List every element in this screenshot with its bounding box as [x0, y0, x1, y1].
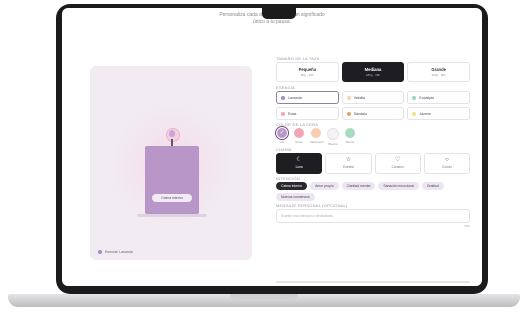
- color-swatch: [327, 128, 339, 140]
- candle-label: Calma interior: [152, 194, 192, 202]
- intention-chip-1[interactable]: Amor propio: [310, 182, 339, 190]
- candle-tray: [137, 214, 207, 217]
- wax-color-option-4[interactable]: Menta: [344, 128, 356, 146]
- flame-icon: [169, 130, 175, 137]
- wax-color-option-0[interactable]: ✓ Lila: [276, 128, 288, 146]
- essence-name: Rosa: [288, 111, 297, 116]
- message-counter: 0/80: [464, 224, 470, 228]
- essence-tag-label: Esencia: Lavanda: [105, 250, 133, 254]
- horizontal-scrollbar[interactable]: [276, 281, 470, 283]
- size-option-0[interactable]: Pequeña 80g · 20h: [276, 62, 339, 82]
- camera-notch: [262, 8, 296, 19]
- intention-chip-2[interactable]: Claridad mental: [341, 182, 376, 190]
- message-input[interactable]: Escribe una intención o dedicatoria...: [276, 209, 470, 223]
- color-swatch: ✓: [277, 128, 287, 138]
- charm-name: Luna: [295, 165, 303, 169]
- essence-dot-icon: [412, 111, 417, 116]
- wax-color-option-1[interactable]: Rosa: [293, 128, 305, 146]
- charm-name: Corazón: [391, 165, 404, 169]
- color-name: Melocotón: [310, 140, 324, 144]
- essence-dot-icon: [346, 111, 351, 116]
- size-options: Pequeña 80g · 20h Mediana 180g · 35h Grande 3…: [276, 62, 471, 82]
- size-option-name: Pequeña: [298, 67, 317, 72]
- essence-option-5[interactable]: Jazmín: [407, 107, 470, 120]
- essence-option-3[interactable]: Rosa: [276, 107, 339, 120]
- color-swatch: [311, 128, 321, 138]
- customization-form: TAMAÑO DE LA TAZA Pequeña 80g · 20h Median…: [276, 56, 471, 228]
- moon-icon: ☾: [296, 157, 302, 163]
- essence-option-4[interactable]: Sándalo: [341, 107, 405, 120]
- candle-body: [145, 146, 199, 214]
- charm-option-3[interactable]: ○ Círculo: [423, 153, 470, 174]
- size-option-detail: 180g · 35h: [365, 73, 381, 77]
- wick: [171, 139, 173, 146]
- color-name: Lila: [279, 140, 285, 144]
- size-option-name: Grande: [431, 67, 447, 72]
- size-option-2[interactable]: Grande 300g · 60h: [407, 62, 471, 82]
- intention-chip-5[interactable]: Nuevos comienzos: [276, 193, 315, 201]
- essence-name: Eucalipto: [419, 95, 435, 100]
- charm-name: Círculo: [441, 165, 452, 169]
- circle-icon: ○: [445, 157, 449, 163]
- essence-name: Sándalo: [353, 111, 367, 116]
- star-icon: ☆: [345, 157, 352, 163]
- wax-color-option-2[interactable]: Melocotón: [310, 128, 324, 146]
- charm-option-1[interactable]: ☆ Estrella: [325, 153, 372, 174]
- essence-name: Jazmín: [419, 111, 431, 116]
- intro-line-2: único a tu pausa.: [252, 19, 292, 25]
- size-option-1[interactable]: Mediana 180g · 35h: [341, 62, 405, 82]
- charm-name: Estrella: [343, 165, 354, 169]
- essence-option-1[interactable]: Vainilla: [341, 91, 405, 104]
- essence-dot-icon: [412, 95, 417, 100]
- essence-option-0[interactable]: Lavanda: [276, 91, 339, 104]
- essence-dot-icon: [346, 95, 351, 100]
- heart-icon: ♡: [394, 157, 401, 163]
- size-option-detail: 300g · 60h: [431, 73, 446, 77]
- check-icon: ✓: [279, 130, 285, 136]
- size-option-name: Mediana: [364, 67, 382, 72]
- candle-preview: Calma interior Esencia: Lavanda: [90, 66, 252, 260]
- color-name: Menta: [345, 140, 355, 144]
- laptop-base-groove: [230, 294, 298, 299]
- intention-chip-3[interactable]: Sanación emocional: [378, 182, 419, 190]
- intention-options: Calma interior Amor propio Claridad mental…: [276, 182, 470, 201]
- wax-color-options: ✓ Lila Rosa Melocotón Blanco Menta: [276, 128, 470, 146]
- wax-color-option-3[interactable]: Blanco: [327, 128, 339, 146]
- essence-dot-icon: [281, 111, 285, 116]
- essence-tag: Esencia: Lavanda: [98, 250, 133, 254]
- charm-options: ☾ Luna ☆ Estrella ♡ Corazón ○ Círculo: [276, 153, 470, 174]
- charm-option-2[interactable]: ♡ Corazón: [374, 153, 421, 174]
- color-name: Blanco: [328, 142, 338, 146]
- color-name: Rosa: [295, 140, 303, 144]
- essence-name: Lavanda: [288, 95, 302, 100]
- screen: Personaliza cada detalle d y dale un sig…: [62, 8, 482, 286]
- color-swatch: [294, 128, 304, 138]
- essence-option-2[interactable]: Eucalipto: [407, 91, 470, 104]
- intention-chip-4[interactable]: Gratitud: [421, 182, 444, 190]
- essence-name: Vainilla: [353, 95, 365, 100]
- essence-dot-icon: [281, 95, 285, 100]
- charm-option-0[interactable]: ☾ Luna: [276, 153, 323, 174]
- color-swatch: [345, 128, 355, 138]
- essence-dot-icon: [98, 250, 102, 254]
- intention-chip-0[interactable]: Calma interior: [276, 182, 308, 190]
- essence-options: Lavanda Vainilla Eucalipto Rosa Sándalo Jazmí…: [276, 91, 470, 120]
- size-option-detail: 80g · 20h: [300, 73, 314, 77]
